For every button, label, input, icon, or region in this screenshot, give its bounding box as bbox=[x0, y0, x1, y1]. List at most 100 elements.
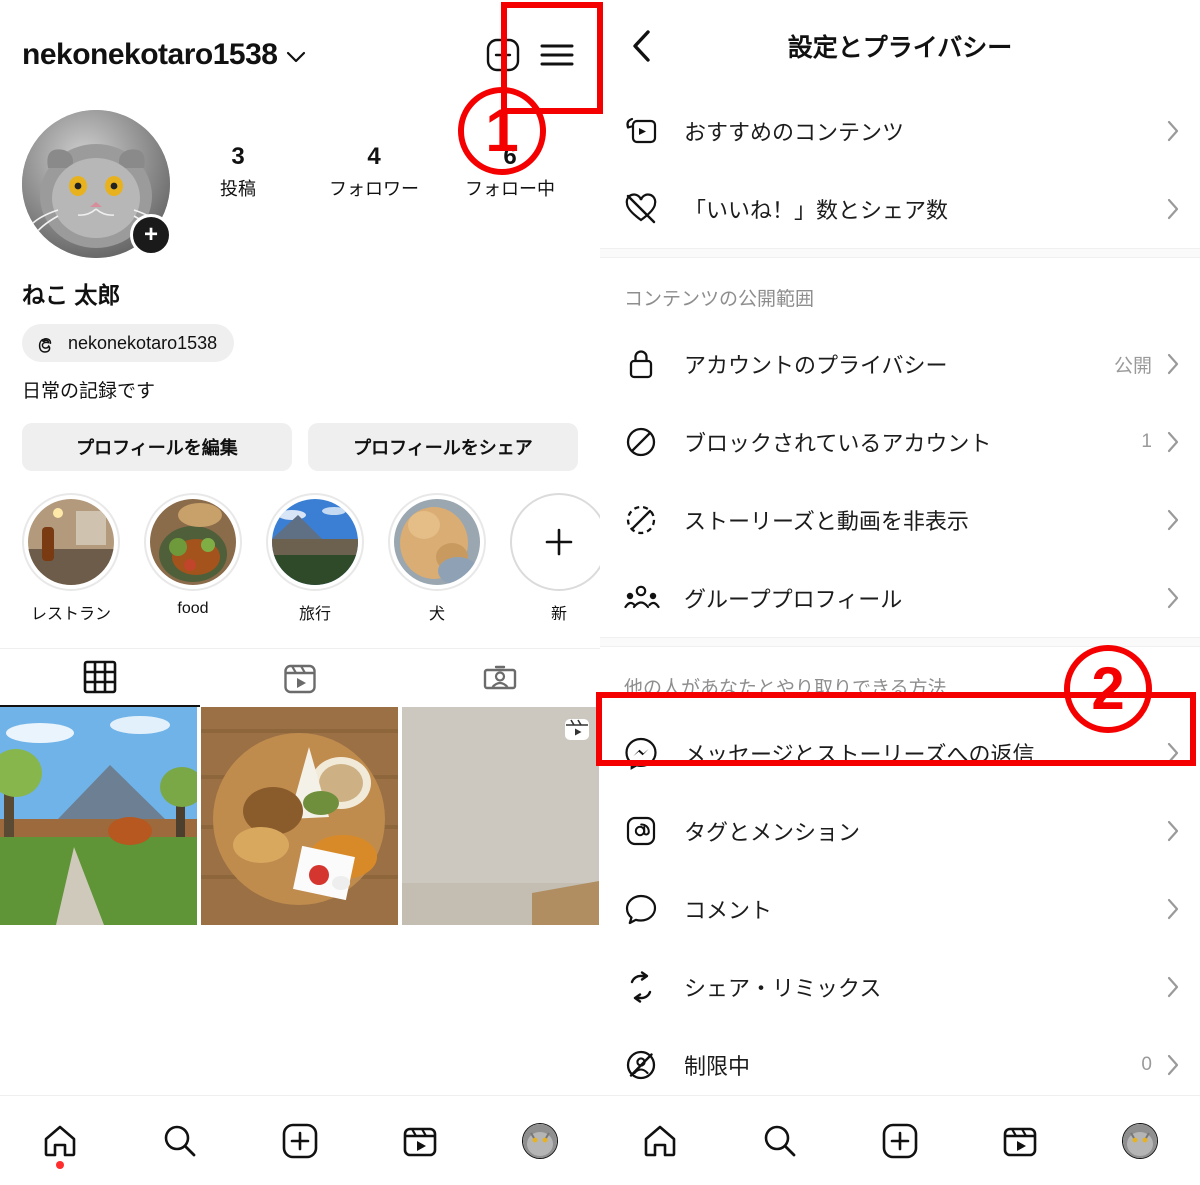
post-thumbnail[interactable] bbox=[0, 707, 197, 925]
settings-row-suggested-content[interactable]: おすすめのコンテンツ bbox=[600, 92, 1200, 170]
highlight-item[interactable]: food bbox=[144, 493, 242, 624]
avatar[interactable]: + bbox=[22, 110, 172, 258]
post-thumbnail[interactable] bbox=[402, 707, 599, 925]
settings-row-comments[interactable]: コメント bbox=[600, 870, 1200, 948]
create-icon bbox=[282, 1123, 318, 1158]
highlight-item[interactable]: 旅行 bbox=[266, 493, 364, 624]
annotation-marker-2: 2 bbox=[1064, 645, 1152, 733]
nav-reels-button[interactable] bbox=[990, 1111, 1050, 1171]
home-icon bbox=[44, 1125, 76, 1156]
threads-badge[interactable]: nekonekotaro1538 bbox=[22, 324, 235, 362]
nav-create-button[interactable] bbox=[870, 1111, 930, 1171]
highlight-item[interactable]: 犬 bbox=[388, 493, 486, 624]
bottom-navigation-left bbox=[0, 1095, 600, 1185]
chevron-right-icon bbox=[1166, 741, 1180, 765]
new-highlight-item[interactable]: 新 bbox=[510, 493, 600, 624]
threads-icon bbox=[35, 332, 57, 354]
new-highlight-ring bbox=[510, 493, 600, 591]
chevron-right-icon bbox=[1166, 819, 1180, 843]
share-profile-button[interactable]: プロフィールをシェア bbox=[308, 423, 578, 471]
highlight-thumbnail bbox=[394, 499, 480, 585]
settings-row-account-privacy[interactable]: アカウントのプライバシー 公開 bbox=[600, 325, 1200, 403]
reels-icon bbox=[1003, 1127, 1037, 1156]
nav-search-button[interactable] bbox=[750, 1111, 810, 1171]
back-chevron-icon[interactable] bbox=[620, 24, 664, 68]
tab-reels[interactable] bbox=[200, 649, 400, 707]
chevron-right-icon bbox=[1166, 352, 1180, 376]
reels-icon bbox=[284, 664, 316, 694]
settings-row-label: シェア・リミックス bbox=[684, 976, 882, 1001]
chevron-right-icon bbox=[1166, 1053, 1180, 1077]
stat-value: 3 bbox=[231, 143, 245, 170]
settings-row-value: 1 bbox=[1141, 431, 1152, 452]
chevron-right-icon bbox=[1166, 975, 1180, 999]
post-grid bbox=[0, 707, 600, 925]
messenger-icon bbox=[624, 736, 670, 770]
settings-row-label: おすすめのコンテンツ bbox=[684, 120, 905, 145]
settings-row-label: コメント bbox=[684, 898, 773, 923]
annotation-label: 2 bbox=[1091, 655, 1125, 722]
at-mention-icon bbox=[624, 814, 670, 848]
stat-posts[interactable]: 3 投稿 bbox=[190, 143, 286, 201]
highlight-ring bbox=[266, 493, 364, 591]
highlight-label: レストラン bbox=[30, 606, 111, 623]
highlight-thumbnail bbox=[28, 499, 114, 585]
stat-label: フォロワー bbox=[329, 179, 419, 200]
settings-row-label: メッセージとストーリーズへの返信 bbox=[684, 742, 1035, 767]
group-profile-icon bbox=[624, 583, 670, 613]
add-post-button[interactable] bbox=[482, 34, 524, 76]
highlight-label: 旅行 bbox=[298, 606, 331, 623]
nav-home-button[interactable] bbox=[630, 1111, 690, 1171]
settings-row-tags-and-mentions[interactable]: タグとメンション bbox=[600, 792, 1200, 870]
annotation-marker-1: 1 bbox=[458, 87, 546, 175]
display-name: ねこ 太郎 bbox=[22, 282, 121, 308]
settings-row-blocked-accounts[interactable]: ブロックされているアカウント 1 bbox=[600, 403, 1200, 481]
nav-profile-button[interactable] bbox=[1110, 1111, 1170, 1171]
settings-row-likes-and-shares[interactable]: 「いいね！」数とシェア数 bbox=[600, 170, 1200, 248]
page-title: nekonekotaro1538 bbox=[22, 38, 278, 71]
profile-avatar-icon[interactable] bbox=[1122, 1122, 1158, 1159]
nav-profile-button[interactable] bbox=[510, 1111, 570, 1171]
settings-title: 設定とプライバシー bbox=[787, 34, 1013, 62]
settings-row-restricted[interactable]: 制限中 0 bbox=[600, 1026, 1200, 1104]
settings-row-label: 制限中 bbox=[684, 1054, 751, 1079]
new-highlight-label: 新 bbox=[550, 606, 567, 623]
add-to-story-button[interactable]: + bbox=[130, 214, 172, 256]
block-icon bbox=[624, 425, 670, 459]
settings-row-share-and-remix[interactable]: シェア・リミックス bbox=[600, 948, 1200, 1026]
comment-icon bbox=[624, 892, 670, 926]
chevron-down-icon[interactable] bbox=[286, 51, 306, 63]
profile-bio: 日常の記録です bbox=[22, 381, 156, 402]
nav-home-button[interactable] bbox=[30, 1111, 90, 1171]
stat-followers[interactable]: 4 フォロワー bbox=[326, 143, 422, 201]
reels-icon bbox=[403, 1127, 437, 1156]
profile-avatar-icon[interactable] bbox=[522, 1122, 558, 1159]
highlight-ring bbox=[144, 493, 242, 591]
stat-value: 4 bbox=[367, 143, 381, 170]
lock-icon bbox=[624, 347, 670, 381]
highlight-item[interactable]: レストラン bbox=[22, 493, 120, 624]
suggested-content-icon bbox=[624, 115, 670, 147]
highlight-ring bbox=[22, 493, 120, 591]
nav-search-button[interactable] bbox=[150, 1111, 210, 1171]
settings-row-hide-story-and-video[interactable]: ストーリーズと動画を非表示 bbox=[600, 481, 1200, 559]
settings-row-group-profile[interactable]: グループプロフィール bbox=[600, 559, 1200, 637]
nav-create-button[interactable] bbox=[270, 1111, 330, 1171]
share-remix-icon bbox=[624, 970, 670, 1004]
settings-row-label: タグとメンション bbox=[684, 820, 861, 845]
tab-tagged[interactable] bbox=[400, 649, 600, 707]
edit-profile-button[interactable]: プロフィールを編集 bbox=[22, 423, 292, 471]
post-thumbnail[interactable] bbox=[201, 707, 398, 925]
annotation-label: 1 bbox=[485, 97, 519, 164]
tab-grid[interactable] bbox=[0, 649, 200, 707]
hamburger-menu-icon[interactable] bbox=[536, 34, 578, 76]
profile-tabs bbox=[0, 648, 600, 707]
nav-reels-button[interactable] bbox=[390, 1111, 450, 1171]
highlight-ring bbox=[388, 493, 486, 591]
search-icon bbox=[764, 1125, 796, 1156]
instagram-profile-screen: nekonekotaro1538 + 3 投稿 4 フォロワー 6 フォロー中 … bbox=[0, 0, 600, 1185]
settings-row-value: 0 bbox=[1141, 1054, 1152, 1075]
highlight-label: food bbox=[177, 600, 209, 617]
app-screenshot: nekonekotaro1538 + 3 投稿 4 フォロワー 6 フォロー中 … bbox=[0, 0, 1200, 1185]
search-icon bbox=[164, 1125, 196, 1156]
